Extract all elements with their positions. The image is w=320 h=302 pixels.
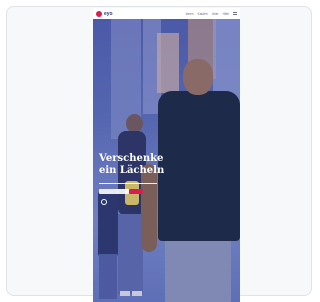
person-background-legs (99, 254, 117, 299)
logo[interactable]: eyo (96, 10, 113, 17)
building-sign (157, 33, 179, 93)
nav-links: Ideen Kaufen Uber Hilfe (186, 12, 237, 16)
info-icon[interactable] (101, 199, 107, 205)
person-walking-shoe (120, 291, 130, 296)
person-main-head (183, 59, 213, 95)
nav-item-kaufen[interactable]: Kaufen (198, 12, 208, 16)
hero-image: Verschenke ein Lächeln (93, 19, 240, 302)
person-main-arm (141, 164, 157, 252)
person-main-legs (165, 241, 231, 302)
nav-item-uber[interactable]: Uber (212, 12, 219, 16)
nav-item-ideen[interactable]: Ideen (186, 12, 194, 16)
logo-text: eyo (104, 10, 113, 17)
mobile-preview: eyo Ideen Kaufen Uber Hilfe Verschenke e… (93, 8, 240, 302)
person-walking-legs (118, 214, 143, 294)
logo-mark-icon (96, 10, 102, 17)
hero-title: Verschenke ein Lächeln (99, 153, 179, 177)
hero-cta-button[interactable] (129, 189, 143, 194)
hero-title-line: ein Lächeln (99, 165, 165, 176)
hero-title-line: Verschenke (99, 153, 164, 164)
menu-icon[interactable] (233, 12, 237, 15)
nav-item-hilfe[interactable]: Hilfe (223, 12, 229, 16)
person-walking-shoe (132, 291, 142, 296)
hero-divider (99, 183, 157, 184)
top-navigation: eyo Ideen Kaufen Uber Hilfe (93, 8, 240, 19)
hero-search-input[interactable] (99, 189, 129, 194)
